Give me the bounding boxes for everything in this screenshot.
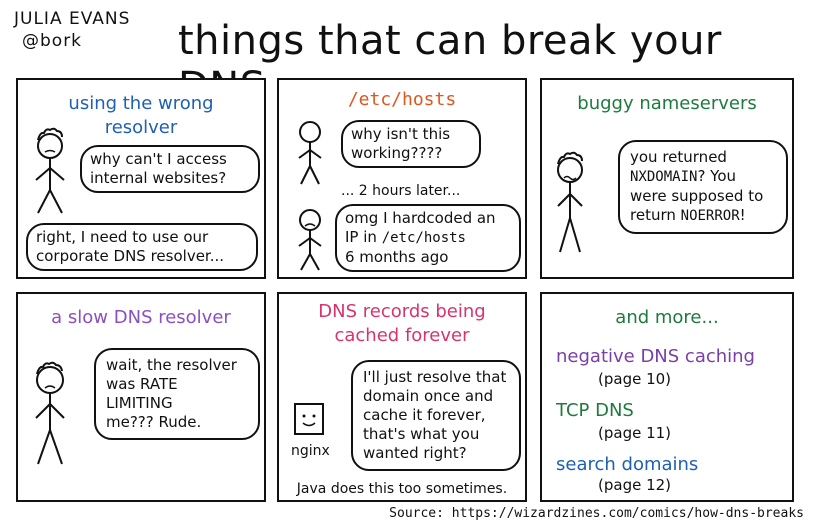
- more-page-11: (page 11): [598, 424, 672, 442]
- more-page-10: (page 10): [598, 370, 672, 388]
- bubble-line-2: was RATE LIMITING: [106, 375, 178, 412]
- speech-bubble-question: why can't I access internal websites?: [80, 145, 260, 193]
- panel-title: /etc/hosts: [347, 89, 457, 110]
- panel-footer: Java does this too sometimes.: [296, 481, 508, 497]
- speech-bubble-rate-limit: wait, the resolver was RATE LIMITING me?…: [94, 348, 260, 440]
- time-caption: ... 2 hours later...: [341, 183, 461, 199]
- panel-and-more: and more... negative DNS caching (page 1…: [540, 292, 794, 502]
- bubble-line-1: you returned: [630, 148, 727, 166]
- more-item-tcp-dns: TCP DNS: [556, 400, 634, 421]
- bubble-code: /etc/hosts: [381, 230, 466, 246]
- panel-cached-forever: DNS records being cached forever nginx I…: [277, 292, 527, 502]
- bubble-line-1: wait, the resolver: [106, 356, 237, 374]
- panel-slow-resolver: a slow DNS resolver wait, the resolver w…: [16, 292, 266, 502]
- code-noerror: NOERROR: [680, 208, 740, 224]
- stick-figure-sad: [298, 209, 322, 271]
- panel-etc-hosts: /etc/hosts why isn't this working???? ..…: [277, 78, 527, 279]
- more-item-negative-caching: negative DNS caching: [556, 346, 755, 367]
- bubble-text: ? You: [697, 167, 737, 185]
- stick-figure-worried: [35, 127, 65, 214]
- author-block: JULIA EVANS @bork: [14, 8, 130, 52]
- panel-title: DNS records being cached forever: [318, 301, 486, 346]
- code-nxdomain: NXDOMAIN: [630, 169, 698, 185]
- more-page-12: (page 12): [598, 476, 672, 494]
- speech-bubble-answer: right, I need to use our corporate DNS r…: [26, 223, 258, 271]
- bubble-line-4: return NOERROR!: [630, 206, 776, 226]
- speech-bubble-complaint: you returned NXDOMAIN? You were supposed…: [618, 140, 788, 234]
- panel-title: buggy nameservers: [577, 93, 757, 114]
- author-name: JULIA EVANS: [14, 9, 131, 29]
- more-item-search-domains: search domains: [556, 454, 699, 475]
- nginx-label: nginx: [291, 443, 330, 459]
- bubble-text: return: [630, 206, 681, 224]
- panel-title: and more...: [615, 307, 719, 328]
- panel-wrong-resolver: using the wrong resolver why can't I acc…: [16, 78, 266, 279]
- speech-bubble-question: why isn't this working????: [341, 120, 481, 168]
- bubble-text-end: 6 months ago: [345, 248, 449, 266]
- source-caption: Source: https://wizardzines.com/comics/h…: [389, 506, 804, 521]
- bubble-line-3: me??? Rude.: [106, 413, 202, 431]
- bubble-line-2: NXDOMAIN? You: [630, 167, 776, 187]
- bubble-line-3: were supposed to: [630, 187, 764, 205]
- speech-bubble-realization: omg I hardcoded an IP in /etc/hosts 6 mo…: [335, 204, 521, 272]
- stick-figure-frowning: [35, 361, 65, 465]
- panel-title: a slow DNS resolver: [51, 307, 231, 328]
- speech-bubble-cache: I'll just resolve that domain once and c…: [351, 360, 521, 471]
- bubble-text: !: [739, 206, 746, 224]
- author-handle: @bork: [22, 31, 83, 51]
- nginx-box-icon: [294, 403, 324, 435]
- stick-figure-angry: [557, 151, 583, 253]
- stick-figure-confused: [298, 121, 322, 185]
- panel-buggy-nameservers: buggy nameservers you returned NXDOMAIN?…: [540, 78, 794, 279]
